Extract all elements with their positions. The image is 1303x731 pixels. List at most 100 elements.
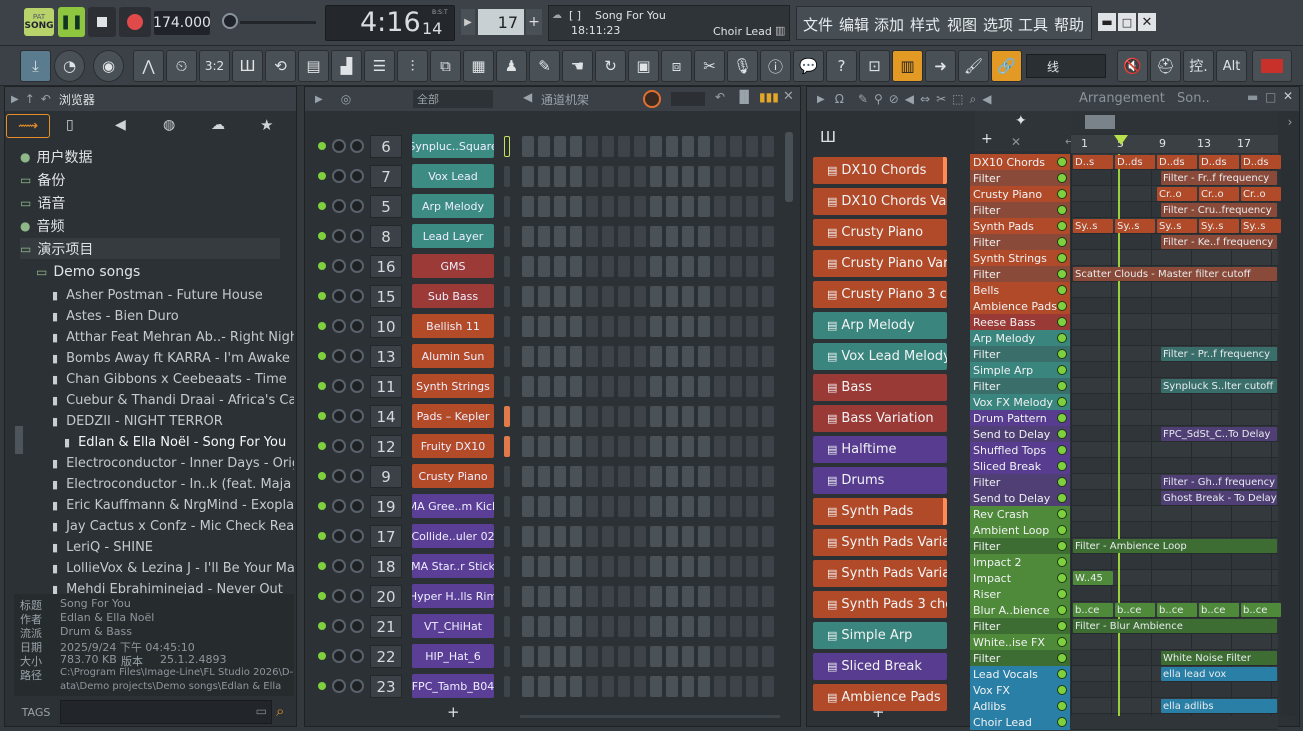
channel-select-indicator[interactable] (504, 316, 510, 337)
playlist-clip[interactable]: b..ce (1199, 603, 1239, 617)
step-button[interactable] (746, 286, 758, 307)
channel-enable-led[interactable] (318, 232, 326, 240)
track-mute-led[interactable] (1057, 477, 1067, 487)
step-button[interactable] (522, 406, 534, 427)
pattern-item[interactable]: ▤DX10 Chords Variation (813, 188, 947, 215)
browser-tab-all[interactable]: ⟿ (6, 114, 50, 138)
step-button[interactable] (570, 406, 582, 427)
maximize-icon[interactable]: □ (1265, 90, 1276, 104)
track-header[interactable]: Shuffled Tops (970, 442, 1070, 458)
track-mute-led[interactable] (1057, 525, 1067, 535)
step-button[interactable] (634, 196, 646, 217)
step-button[interactable] (554, 286, 566, 307)
step-button[interactable] (650, 526, 662, 547)
pattern-selector[interactable]: 17 (478, 9, 524, 35)
track-lane[interactable] (1071, 314, 1278, 330)
track-lane[interactable] (1071, 634, 1278, 650)
channel-enable-led[interactable] (318, 652, 326, 660)
pattern-item[interactable]: ▤Synth Pads Variation 2 (813, 560, 947, 587)
playlist-clip[interactable]: W..45 (1073, 571, 1113, 585)
step-button[interactable] (538, 256, 550, 277)
step-button[interactable] (746, 376, 758, 397)
step-button[interactable] (730, 376, 742, 397)
piano-keys-icon[interactable]: Ш (820, 128, 836, 146)
step-button[interactable] (730, 256, 742, 277)
step-button[interactable] (682, 436, 694, 457)
step-button[interactable] (698, 136, 710, 157)
track-mute-led[interactable] (1057, 541, 1067, 551)
step-button[interactable] (714, 376, 726, 397)
next-button[interactable]: ➜ (925, 50, 956, 82)
step-button[interactable] (602, 616, 614, 637)
playlist-clip[interactable]: Filter - Blur Ambience (1073, 619, 1277, 633)
browser-file[interactable]: ▮ Mehdi Ebrahiminejad - Never Out (52, 579, 294, 594)
step-button[interactable] (602, 196, 614, 217)
browser-file[interactable]: ▮ Astes - Bien Duro (52, 306, 294, 327)
step-button[interactable] (650, 316, 662, 337)
slice-tool-icon[interactable]: ✂ (936, 92, 946, 106)
step-button[interactable] (634, 406, 646, 427)
channel-pan-knob[interactable] (332, 559, 346, 573)
step-button[interactable] (746, 466, 758, 487)
step-button[interactable] (682, 376, 694, 397)
browser-file[interactable]: ▮ Jay Cactus x Confz - Mic Check Ready (52, 516, 294, 537)
playlist-clip[interactable]: D..ds (1157, 155, 1197, 169)
master-pitch-slider[interactable] (240, 21, 316, 24)
menu-help[interactable]: 帮助 (1054, 14, 1084, 35)
step-button[interactable] (714, 226, 726, 247)
step-button[interactable] (666, 586, 678, 607)
step-button[interactable] (522, 136, 534, 157)
step-button[interactable] (730, 406, 742, 427)
pattern-picker-button[interactable]: ▟ (331, 50, 362, 82)
channel-volume-knob[interactable] (350, 559, 364, 573)
memory-meter[interactable]: ◉ (93, 50, 124, 82)
step-button[interactable] (698, 646, 710, 667)
track-mute-led[interactable] (1057, 509, 1067, 519)
close-button[interactable]: ✕ (1138, 13, 1156, 31)
channel-select-indicator[interactable] (504, 676, 510, 697)
step-button[interactable] (570, 556, 582, 577)
step-button[interactable] (618, 406, 630, 427)
browser-tab-favorites[interactable]: ★ (260, 116, 273, 134)
render-button[interactable]: ⧈ (661, 50, 692, 82)
pattern-item[interactable]: ▤ Halftime (813, 436, 947, 463)
step-button[interactable] (746, 406, 758, 427)
track-header[interactable]: Filter (970, 234, 1070, 250)
help-button[interactable]: ? (826, 50, 857, 82)
download-button[interactable]: ⤓ (20, 50, 51, 82)
step-button[interactable] (746, 316, 758, 337)
step-button[interactable] (602, 556, 614, 577)
step-button[interactable] (666, 256, 678, 277)
browser-tab-files[interactable]: ▯ (66, 117, 74, 133)
track-header[interactable]: Filter (970, 202, 1070, 218)
step-button[interactable] (698, 676, 710, 697)
metronome-button[interactable]: ⋀ (133, 50, 164, 82)
paint-tool-icon[interactable]: ⚲ (874, 92, 883, 106)
playlist-clip[interactable]: D..ds (1199, 155, 1239, 169)
bars-icon[interactable]: ▐▌ (735, 90, 753, 104)
channel-select-indicator[interactable] (504, 556, 510, 577)
playlist-clip[interactable]: Filter - Fr..f frequency (1161, 171, 1277, 185)
step-button[interactable] (682, 676, 694, 697)
browser-folder[interactable]: ▭ Demo songs (36, 261, 294, 282)
add-channel-button[interactable]: + (447, 703, 460, 721)
channel-enable-led[interactable] (318, 172, 326, 180)
arrow-up-icon[interactable]: ↑ (25, 92, 35, 106)
step-button[interactable] (538, 436, 550, 457)
track-lane[interactable] (1071, 554, 1278, 570)
step-button[interactable] (602, 316, 614, 337)
steps-icon[interactable]: ▮▮▮ (759, 90, 779, 104)
folder-icon[interactable]: ▭ (256, 704, 267, 718)
step-button[interactable] (666, 376, 678, 397)
channel-filter-select[interactable]: 全部 (413, 90, 493, 108)
step-button[interactable] (698, 196, 710, 217)
step-button[interactable] (698, 586, 710, 607)
step-button[interactable] (618, 616, 630, 637)
step-button[interactable] (634, 376, 646, 397)
maximize-button[interactable]: □ (1118, 13, 1136, 31)
pattern-prev-button[interactable]: ▶ (461, 9, 475, 35)
song-mode-toggle[interactable]: PAT SONG (24, 8, 54, 36)
playlist-clip[interactable]: Sy..s (1199, 219, 1239, 233)
step-button[interactable] (522, 196, 534, 217)
step-button[interactable] (522, 436, 534, 457)
